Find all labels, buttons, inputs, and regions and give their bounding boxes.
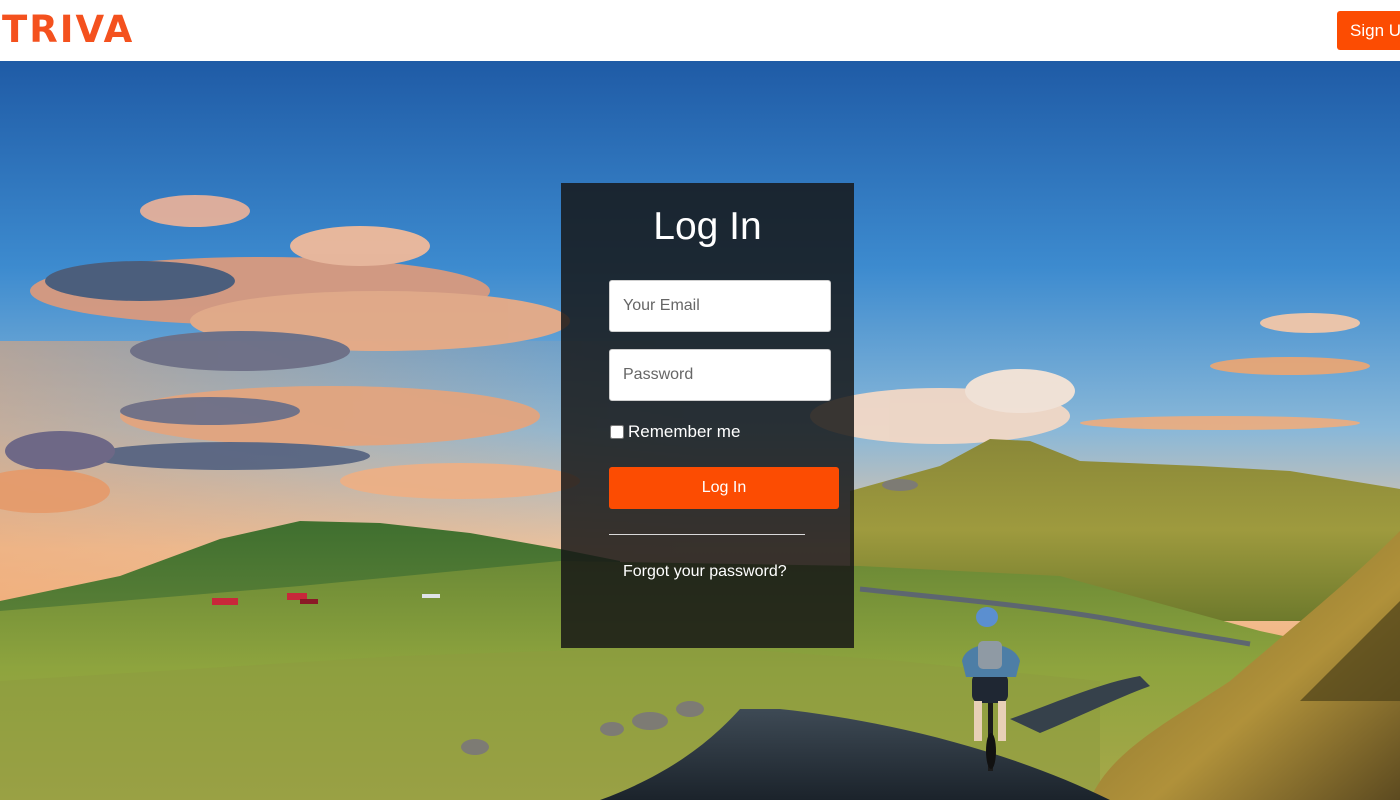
forgot-password-link[interactable]: Forgot your password? — [623, 563, 787, 581]
triva-logo[interactable]: TRIVA — [2, 6, 134, 54]
login-panel: Log In Remember me Log In Forgot your pa… — [561, 183, 854, 648]
sign-up-button[interactable]: Sign Up — [1337, 11, 1400, 50]
remember-me-label: Remember me — [628, 422, 741, 441]
divider — [609, 534, 805, 535]
log-in-button[interactable]: Log In — [609, 467, 839, 509]
login-title: Log In — [653, 205, 762, 248]
top-navigation-bar: TRIVA Sign Up — [0, 0, 1400, 61]
remember-me-checkbox[interactable] — [610, 425, 624, 439]
email-input[interactable] — [609, 280, 831, 332]
password-input[interactable] — [609, 349, 831, 401]
hero-background-photo: Log In Remember me Log In Forgot your pa… — [0, 61, 1400, 800]
remember-me-row[interactable]: Remember me — [609, 422, 740, 442]
